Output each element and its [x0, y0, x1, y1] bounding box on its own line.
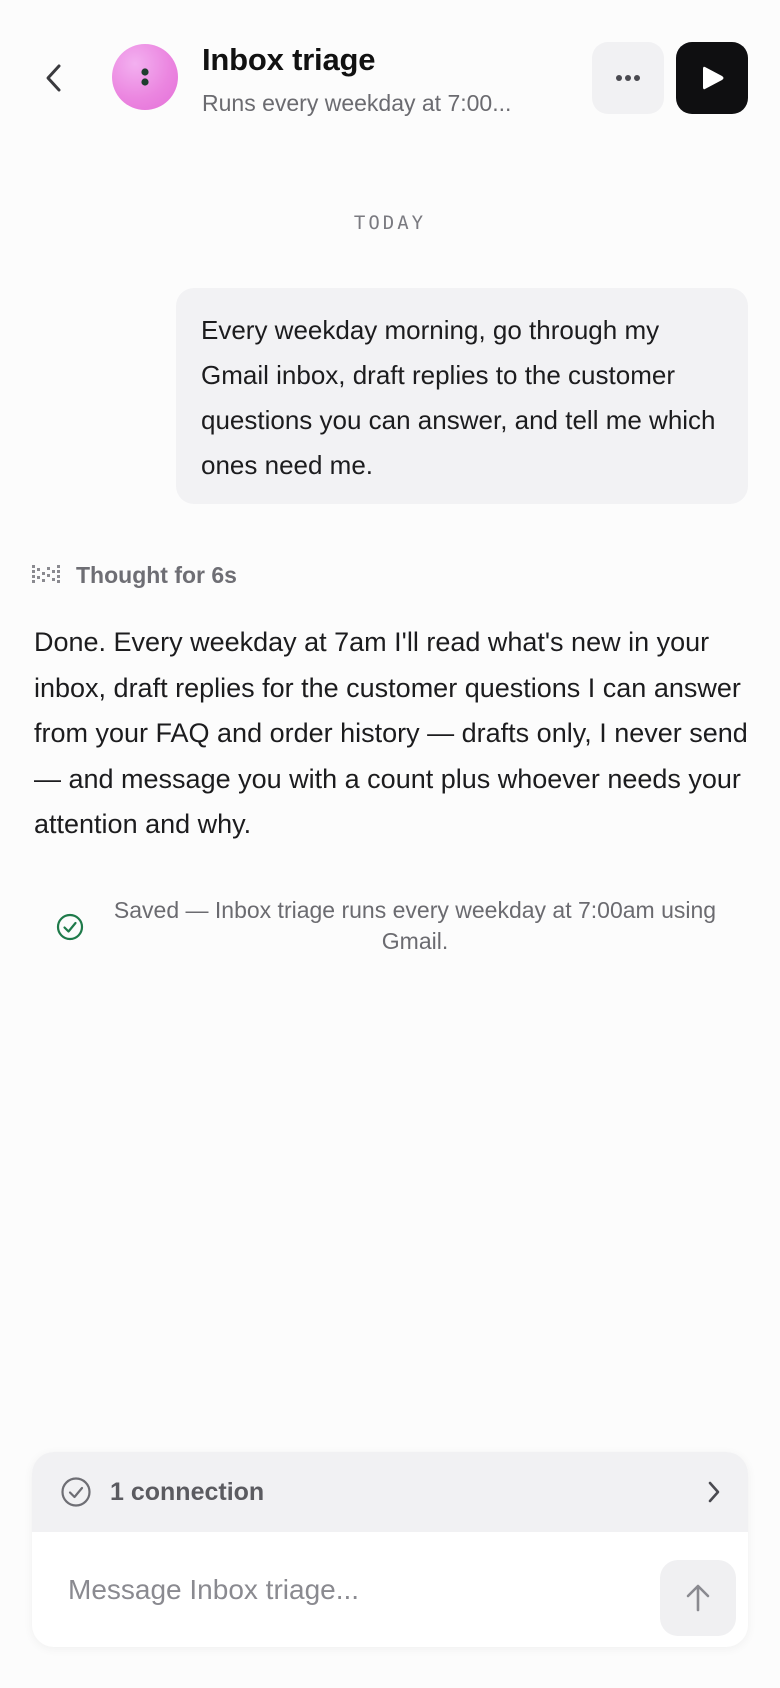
saved-notice: Saved — Inbox triage runs every weekday … — [56, 895, 736, 957]
thinking-icon — [32, 565, 60, 583]
composer-input-row — [32, 1532, 748, 1647]
assistant-message: Done. Every weekday at 7am I'll read wha… — [34, 627, 748, 839]
play-icon — [703, 66, 724, 90]
arrow-up-icon — [686, 1584, 710, 1612]
thought-indicator[interactable]: Thought for 6s — [32, 558, 237, 592]
check-circle-icon — [56, 913, 84, 941]
send-button[interactable] — [660, 1560, 736, 1636]
connections-label: 1 connection — [110, 1477, 265, 1506]
check-circle-outline-icon — [61, 1477, 91, 1507]
more-options-button[interactable] — [592, 42, 664, 114]
run-now-button[interactable] — [676, 42, 748, 114]
back-button[interactable] — [30, 52, 78, 104]
schedule-subtitle: Runs every weekday at 7:00... — [202, 90, 512, 116]
ellipsis-icon — [616, 75, 640, 81]
saved-notice-text: Saved — Inbox triage runs every weekday … — [113, 897, 717, 954]
thought-label: Thought for 6s — [76, 561, 237, 588]
message-input[interactable] — [68, 1568, 608, 1612]
header: Inbox triage Runs every weekday at 7:00.… — [0, 0, 780, 160]
day-separator: TODAY — [353, 212, 427, 234]
page-title: Inbox triage — [202, 42, 376, 77]
chevron-right-icon — [708, 1481, 720, 1503]
avatar — [112, 44, 178, 110]
chat-screen: Inbox triage Runs every weekday at 7:00.… — [0, 0, 780, 1688]
user-message-bubble: Every weekday morning, go through my Gma… — [176, 288, 748, 504]
connections-row[interactable]: 1 connection — [32, 1452, 748, 1532]
agent-face-icon — [141, 68, 149, 86]
chevron-left-icon — [46, 64, 61, 92]
composer: 1 connection — [32, 1452, 748, 1647]
